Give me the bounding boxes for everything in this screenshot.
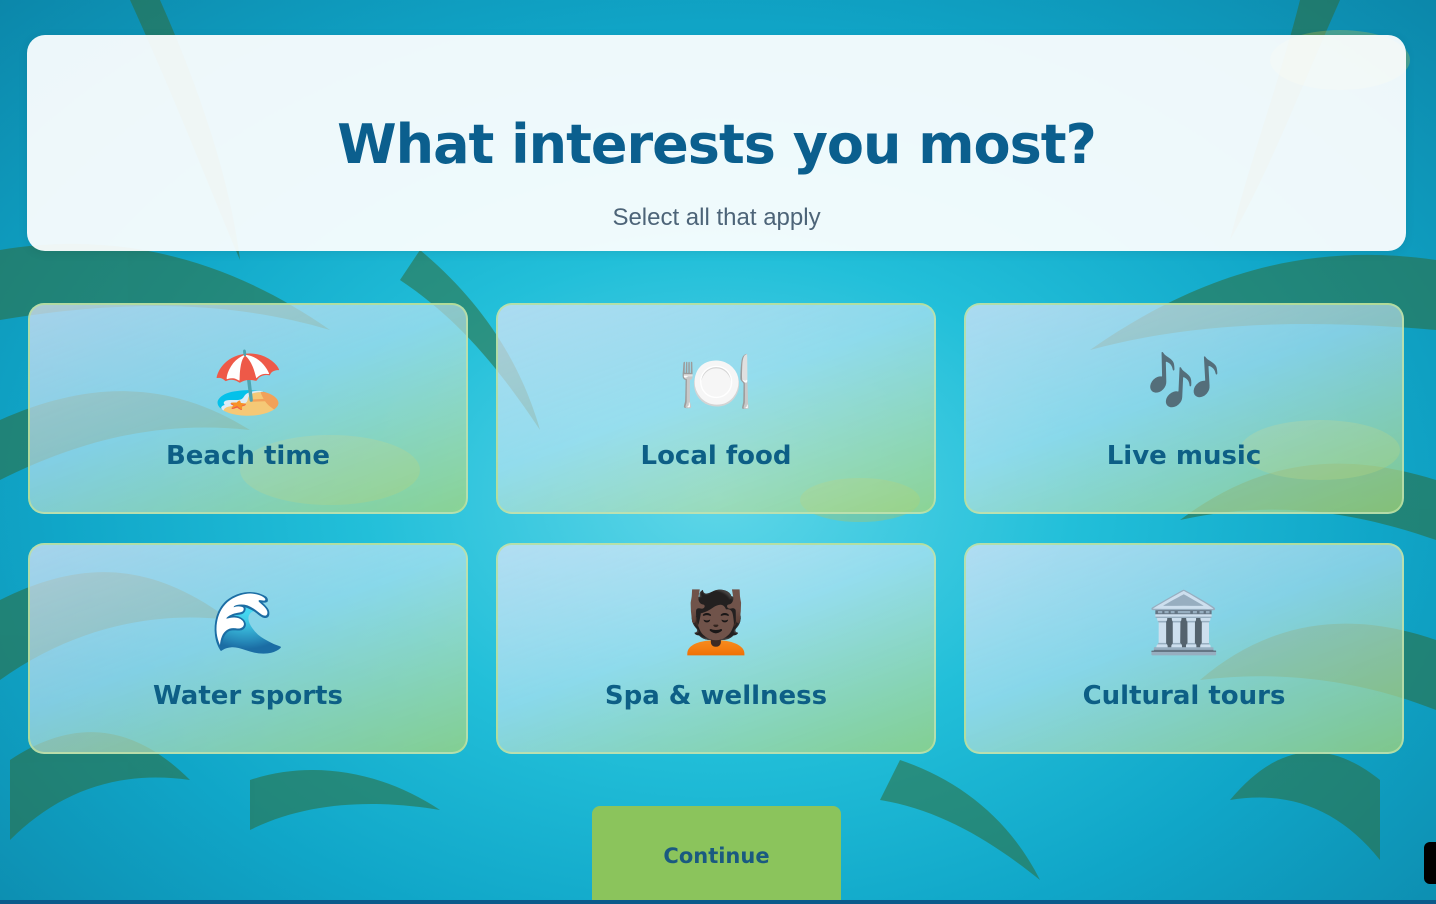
page-subtitle: Select all that apply (612, 204, 821, 231)
interest-label: Spa & wellness (604, 681, 828, 711)
interest-card-cultural-tours[interactable]: 🏛️ Cultural tours (964, 543, 1404, 754)
header-card: What interests you most? Select all that… (27, 35, 1406, 251)
interest-label: Cultural tours (1082, 681, 1286, 711)
bottom-border (0, 900, 1436, 904)
classical-building-icon: 🏛️ (1146, 588, 1222, 658)
massage-icon: 💆🏿 (678, 588, 754, 658)
interest-label: Live music (1106, 441, 1262, 471)
fork-knife-plate-icon: 🍽️ (678, 348, 754, 418)
interest-label: Beach time (165, 441, 331, 471)
beach-umbrella-icon: 🏖️ (210, 348, 286, 418)
wave-icon: 🌊 (210, 588, 286, 658)
interest-label: Local food (640, 441, 792, 471)
page-title: What interests you most? (337, 113, 1097, 176)
continue-button[interactable]: Continue (592, 806, 841, 904)
interest-card-live-music[interactable]: 🎶 Live music (964, 303, 1404, 514)
side-handle[interactable] (1424, 842, 1436, 884)
interest-card-spa-wellness[interactable]: 💆🏿 Spa & wellness (496, 543, 936, 754)
interest-label: Water sports (153, 681, 343, 711)
interest-card-local-food[interactable]: 🍽️ Local food (496, 303, 936, 514)
interest-card-water-sports[interactable]: 🌊 Water sports (28, 543, 468, 754)
music-notes-icon: 🎶 (1146, 348, 1222, 418)
interest-card-beach-time[interactable]: 🏖️ Beach time (28, 303, 468, 514)
